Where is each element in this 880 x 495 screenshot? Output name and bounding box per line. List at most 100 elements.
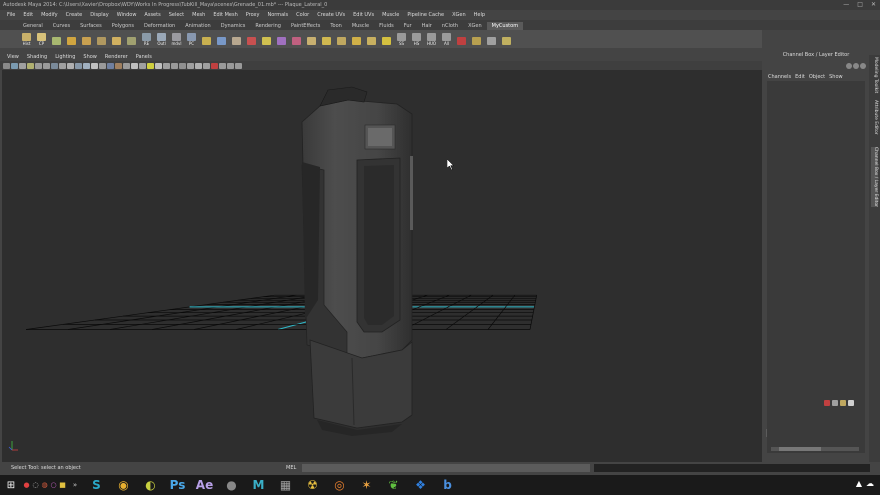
shelf-tool-icon[interactable] xyxy=(485,32,498,46)
evernote-app-icon[interactable]: ❦ xyxy=(380,475,407,495)
command-line-input[interactable] xyxy=(302,464,590,472)
after-effects-app-icon[interactable]: Ae xyxy=(191,475,218,495)
tray-expand-icon[interactable]: ▲ xyxy=(856,479,862,488)
minimize-button[interactable]: — xyxy=(843,1,849,8)
firefox-app-icon[interactable]: ◎ xyxy=(326,475,353,495)
menu-item[interactable]: Normals xyxy=(263,12,292,18)
shelf-tool-icon[interactable]: CP xyxy=(35,32,48,46)
panel-menu-item[interactable]: Panels xyxy=(132,54,156,60)
panel-menu-item[interactable]: View xyxy=(3,54,23,60)
shelf-tool-icon[interactable] xyxy=(50,32,63,46)
toggle-icon[interactable] xyxy=(846,63,852,69)
shelf-tab[interactable]: Rendering xyxy=(250,22,286,30)
shelf-tool-icon[interactable] xyxy=(470,32,483,46)
viewport-tool-icon[interactable] xyxy=(11,62,18,69)
shelf-tab[interactable]: Curves xyxy=(48,22,75,30)
shelf-tool-icon[interactable] xyxy=(380,32,393,46)
tray-app-icon[interactable]: ◌ xyxy=(31,481,40,489)
shelf-tool-icon[interactable]: Hist xyxy=(20,32,33,46)
channel-box-menu-item[interactable]: Object xyxy=(809,74,825,80)
viewport-tool-icon[interactable] xyxy=(67,62,74,69)
shelf-tab[interactable]: PaintEffects xyxy=(286,22,325,30)
lock-icon[interactable]: ■ xyxy=(58,481,67,489)
nuke-app-icon[interactable]: ◐ xyxy=(137,475,164,495)
shelf-tool-icon[interactable] xyxy=(290,32,303,46)
shelf-tool-icon[interactable]: RE xyxy=(140,32,153,46)
shelf-tab[interactable]: Surfaces xyxy=(75,22,107,30)
shelf-tool-icon[interactable] xyxy=(215,32,228,46)
shelf-tool-icon[interactable] xyxy=(455,32,468,46)
panel-menu-item[interactable]: Renderer xyxy=(101,54,132,60)
viewport-3d[interactable] xyxy=(2,70,762,462)
shelf-tab[interactable]: Toon xyxy=(325,22,347,30)
shelf-tab[interactable]: Muscle xyxy=(347,22,374,30)
shelf-tool-icon[interactable] xyxy=(500,32,513,46)
grenade-model[interactable] xyxy=(301,86,413,436)
viewport-tool-icon[interactable] xyxy=(51,62,58,69)
shelf-tab[interactable]: Animation xyxy=(180,22,216,30)
blender-app-icon[interactable]: ● xyxy=(218,475,245,495)
expand-icon[interactable]: » xyxy=(67,481,83,489)
radiation-app-icon[interactable]: ☢ xyxy=(299,475,326,495)
viewport-tool-icon[interactable] xyxy=(211,62,218,69)
viewport-tool-icon[interactable] xyxy=(35,62,42,69)
menu-item[interactable]: Edit Mesh xyxy=(209,12,241,18)
menu-item[interactable]: Help xyxy=(470,12,489,18)
toggle-icon[interactable] xyxy=(853,63,859,69)
layer-icon[interactable] xyxy=(832,400,838,406)
viewport-tool-icon[interactable] xyxy=(43,62,50,69)
shelf-tool-icon[interactable] xyxy=(365,32,378,46)
viewport-tool-icon[interactable] xyxy=(227,62,234,69)
layer-icon[interactable] xyxy=(840,400,846,406)
photoshop-app-icon[interactable]: Ps xyxy=(164,475,191,495)
shelf-tool-icon[interactable]: All xyxy=(440,32,453,46)
menu-item[interactable]: Create xyxy=(62,12,87,18)
shelf-tab[interactable]: Polygons xyxy=(107,22,139,30)
shelf-tool-icon[interactable] xyxy=(230,32,243,46)
viewport-tool-icon[interactable] xyxy=(91,62,98,69)
shelf-tool-icon[interactable]: Outl xyxy=(155,32,168,46)
shelf-tab[interactable]: Deformation xyxy=(139,22,180,30)
menu-item[interactable]: XGen xyxy=(448,12,470,18)
viewport-tool-icon[interactable] xyxy=(99,62,106,69)
shelf-tool-icon[interactable] xyxy=(110,32,123,46)
toggle-icon[interactable] xyxy=(860,63,866,69)
shelf-tab[interactable]: XGen xyxy=(463,22,487,30)
shelf-tool-icon[interactable] xyxy=(95,32,108,46)
shelf-tab[interactable]: MyCustom xyxy=(486,22,524,30)
viewport-tool-icon[interactable] xyxy=(219,62,226,69)
scrollbar-thumb[interactable] xyxy=(779,447,821,451)
menu-item[interactable]: Proxy xyxy=(242,12,264,18)
menu-item[interactable]: Create UVs xyxy=(313,12,349,18)
channel-box-menu-item[interactable]: Edit xyxy=(795,74,805,80)
viewport-tool-icon[interactable] xyxy=(147,62,154,69)
viewport-tool-icon[interactable] xyxy=(195,62,202,69)
shelf-tool-icon[interactable] xyxy=(125,32,138,46)
chrome-app-icon[interactable]: ◉ xyxy=(110,475,137,495)
viewport-tool-icon[interactable] xyxy=(75,62,82,69)
viewport-tool-icon[interactable] xyxy=(139,62,146,69)
explorer-app-icon[interactable]: ▦ xyxy=(272,475,299,495)
channel-box-list[interactable] xyxy=(767,81,865,417)
viewport-tool-icon[interactable] xyxy=(179,62,186,69)
menu-item[interactable]: Select xyxy=(165,12,188,18)
viewport-tool-icon[interactable] xyxy=(19,62,26,69)
app-b-app-icon[interactable]: b xyxy=(434,475,461,495)
layer-scrollbar[interactable] xyxy=(771,447,859,451)
shelf-tool-icon[interactable] xyxy=(80,32,93,46)
shelf-tool-icon[interactable]: PC xyxy=(185,32,198,46)
viewport-tool-icon[interactable] xyxy=(155,62,162,69)
shelf-tab[interactable]: nCloth xyxy=(437,22,463,30)
tray-app-icon[interactable]: ◍ xyxy=(40,481,49,489)
shelf-tool-icon[interactable] xyxy=(65,32,78,46)
shelf-tab[interactable]: General xyxy=(18,22,48,30)
viewport-tool-icon[interactable] xyxy=(203,62,210,69)
menu-item[interactable]: Assets xyxy=(140,12,164,18)
panel-menu-item[interactable]: Lighting xyxy=(51,54,79,60)
viewport-tool-icon[interactable] xyxy=(115,62,122,69)
menu-item[interactable]: Window xyxy=(113,12,141,18)
shelf-tool-icon[interactable]: HS xyxy=(410,32,423,46)
panel-menu-item[interactable]: Shading xyxy=(23,54,51,60)
viewport-tool-icon[interactable] xyxy=(107,62,114,69)
viewport-tool-icon[interactable] xyxy=(3,62,10,69)
